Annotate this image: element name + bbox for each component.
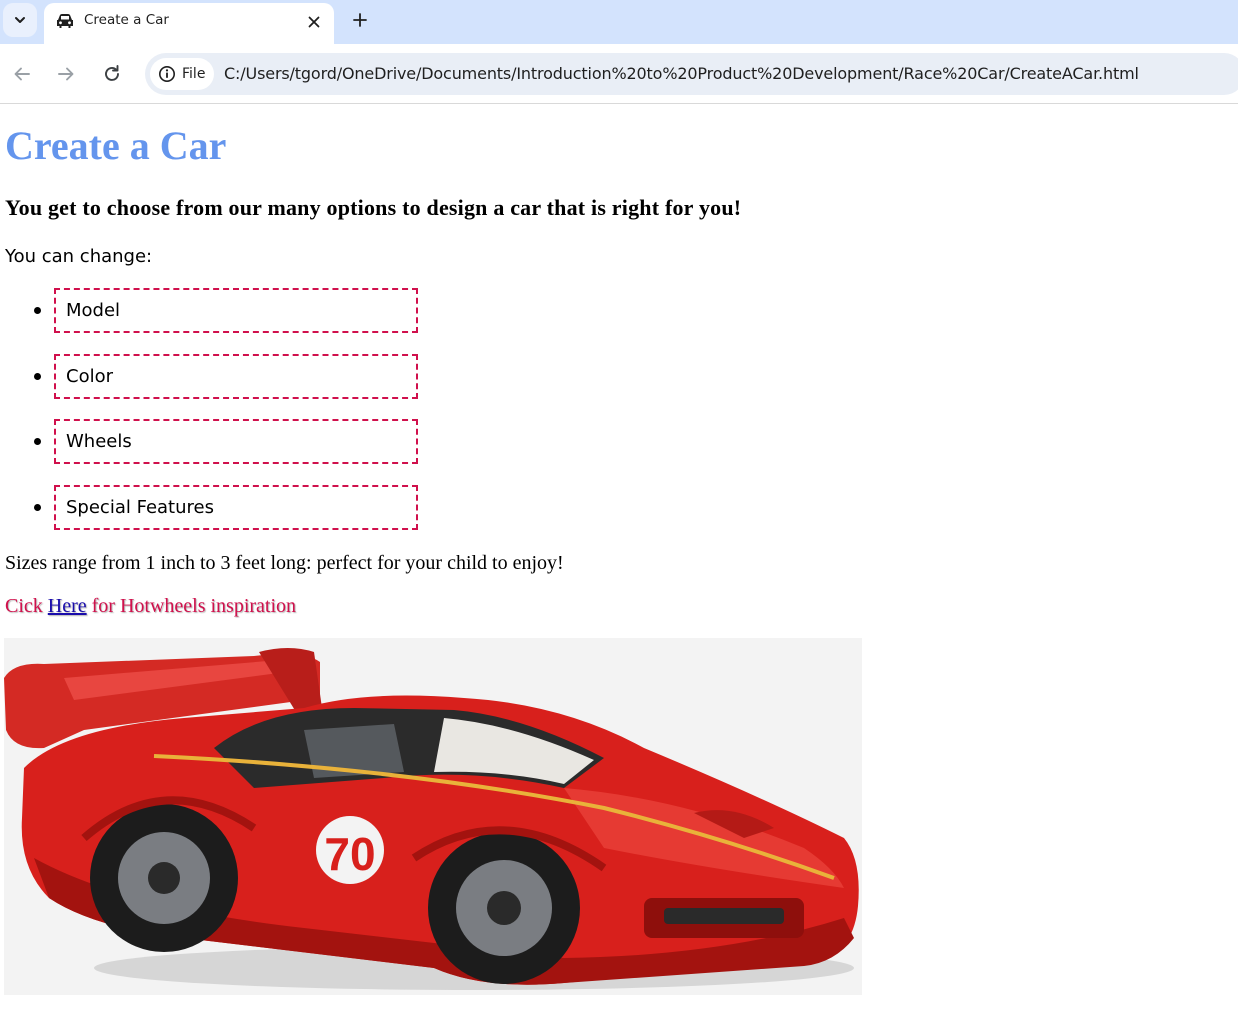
browser-toolbar: File C:/Users/tgord/OneDrive/Documents/I… xyxy=(0,44,1238,104)
option-box: Color xyxy=(54,354,418,399)
close-icon xyxy=(308,16,320,28)
inspiration-suffix: for Hotwheels inspiration xyxy=(86,595,297,617)
bullet xyxy=(34,307,41,314)
option-label-color: Color xyxy=(66,366,113,387)
tab-close-button[interactable] xyxy=(304,12,324,32)
inspiration-prefix: Cick xyxy=(5,595,48,617)
back-button[interactable] xyxy=(8,60,36,88)
tab-strip: Create a Car xyxy=(0,0,1238,44)
reload-icon xyxy=(105,65,119,81)
list-item: Wheels xyxy=(0,419,430,465)
sizes-text: Sizes range from 1 inch to 3 feet long: … xyxy=(5,552,564,574)
page-subtitle: You get to choose from our many options … xyxy=(5,195,742,220)
plus-icon xyxy=(353,13,367,27)
car-icon xyxy=(57,14,73,28)
option-box: Wheels xyxy=(54,419,418,464)
list-item: Special Features xyxy=(0,485,430,531)
bullet xyxy=(34,438,41,445)
bullet xyxy=(34,373,41,380)
bullet xyxy=(34,504,41,511)
list-item: Color xyxy=(0,354,430,400)
option-label-special-features: Special Features xyxy=(66,497,214,518)
tab-title: Create a Car xyxy=(84,12,169,28)
site-info-button[interactable]: File xyxy=(150,58,214,90)
chevron-down-icon xyxy=(15,17,25,23)
race-car-illustration: 70 xyxy=(4,648,859,990)
arrow-left-icon xyxy=(14,67,30,81)
reload-button[interactable] xyxy=(98,60,126,88)
hotwheels-link[interactable]: Here xyxy=(48,595,87,617)
car-number: 70 xyxy=(324,828,375,880)
page-content: Create a Car You get to choose from our … xyxy=(0,104,1238,1015)
address-bar[interactable]: File C:/Users/tgord/OneDrive/Documents/I… xyxy=(145,53,1238,95)
list-item: Model xyxy=(0,288,430,334)
info-icon xyxy=(159,66,175,82)
url-text[interactable]: C:/Users/tgord/OneDrive/Documents/Introd… xyxy=(224,64,1139,83)
new-tab-button[interactable] xyxy=(348,8,372,32)
option-label-model: Model xyxy=(66,300,121,321)
intro-text: You can change: xyxy=(5,246,153,267)
option-box: Model xyxy=(54,288,418,333)
page-title: Create a Car xyxy=(5,123,227,168)
arrow-right-icon xyxy=(58,67,74,81)
forward-button[interactable] xyxy=(52,60,80,88)
option-label-wheels: Wheels xyxy=(66,431,132,452)
tab-search-button[interactable] xyxy=(3,3,37,37)
site-info-label: File xyxy=(182,66,206,82)
option-box: Special Features xyxy=(54,485,418,530)
inspiration-text: Cick Here for Hotwheels inspiration xyxy=(5,594,296,618)
car-image: 70 xyxy=(4,638,862,995)
browser-tab[interactable]: Create a Car xyxy=(44,3,334,44)
